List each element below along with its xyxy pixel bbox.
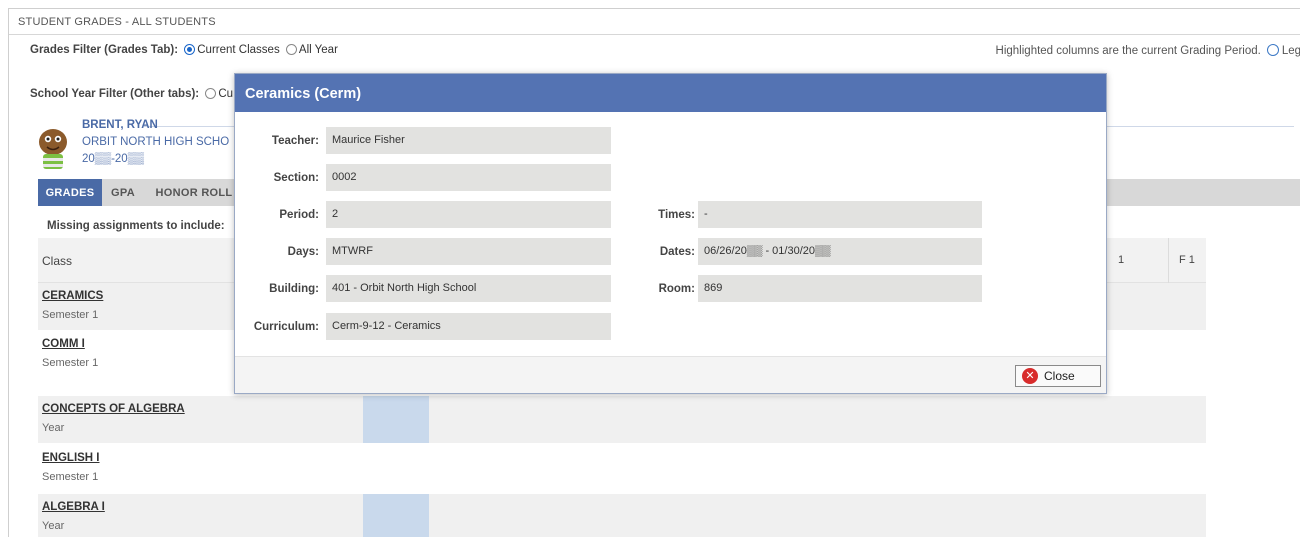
current-period-cell — [363, 494, 429, 537]
curriculum-label: Curriculum: — [253, 321, 319, 333]
missing-assignments-label: Missing assignments to include: — [47, 220, 225, 232]
page-title: STUDENT GRADES - ALL STUDENTS — [9, 9, 1300, 35]
highlight-note: Highlighted columns are the current Grad… — [996, 44, 1300, 57]
curriculum-value: Cerm-9-12 - Ceramics — [326, 313, 611, 340]
all-year-radio[interactable] — [285, 44, 297, 55]
class-link[interactable]: CONCEPTS OF ALGEBRA — [42, 403, 185, 415]
class-link[interactable]: COMM I — [42, 338, 85, 350]
dates-value: 06/26/20▒▒ - 01/30/20▒▒ — [698, 238, 982, 265]
dialog-title: Ceramics (Cerm) — [235, 74, 1106, 112]
building-label: Building: — [269, 283, 319, 295]
times-value: - — [698, 201, 982, 228]
final-grade-header: F 1 — [1179, 254, 1195, 266]
student-school: ORBIT NORTH HIGH SCHO — [82, 136, 230, 148]
class-link[interactable]: ALGEBRA I — [42, 501, 105, 513]
student-name[interactable]: BRENT, RYAN — [82, 119, 158, 131]
dialog-footer: ✕ Close — [235, 356, 1106, 393]
class-link[interactable]: CERAMICS — [42, 290, 103, 302]
class-term: Year — [42, 520, 65, 532]
times-label: Times: — [658, 209, 695, 221]
class-column-header: Class — [42, 254, 73, 268]
room-label: Room: — [658, 283, 695, 295]
class-term: Semester 1 — [42, 471, 99, 483]
close-button[interactable]: ✕ Close — [1015, 365, 1101, 387]
table-row: CONCEPTS OF ALGEBRA Year — [38, 396, 1206, 443]
period-value: 2 — [326, 201, 611, 228]
class-link[interactable]: ENGLISH I — [42, 452, 100, 464]
current-classes-radio[interactable] — [184, 44, 196, 55]
building-value: 401 - Orbit North High School — [326, 275, 611, 302]
grading-period-header: 1 — [1118, 254, 1125, 266]
school-year-current-label[interactable]: Cu — [218, 88, 233, 100]
class-detail-dialog: Ceramics (Cerm) Teacher: Maurice Fisher … — [234, 73, 1107, 394]
room-value: 869 — [698, 275, 982, 302]
teacher-value: Maurice Fisher — [326, 127, 611, 154]
current-classes-label[interactable]: Current Classes — [197, 44, 279, 56]
legend-icon[interactable] — [1266, 44, 1279, 56]
highlight-note-text: Highlighted columns are the current Grad… — [995, 45, 1261, 57]
grades-filter-label: Grades Filter (Grades Tab): — [30, 44, 179, 56]
tab-honor-roll[interactable]: HONOR ROLL — [144, 179, 244, 206]
teacher-label: Teacher: — [271, 135, 319, 147]
section-value: 0002 — [326, 164, 611, 191]
current-period-cell — [363, 396, 429, 443]
close-button-label: Close — [1044, 369, 1075, 383]
tab-gpa[interactable]: GPA — [102, 179, 144, 206]
column-divider — [1168, 238, 1169, 283]
class-term: Year — [42, 422, 65, 434]
legend-link[interactable]: Leg — [1282, 45, 1300, 57]
class-term: Semester 1 — [42, 309, 99, 321]
days-value: MTWRF — [326, 238, 611, 265]
table-row: ENGLISH I Semester 1 — [38, 445, 1206, 492]
tab-grades[interactable]: GRADES — [38, 179, 102, 206]
period-label: Period: — [279, 209, 319, 221]
student-school-year: 20▒▒-20▒▒ — [82, 153, 145, 165]
close-icon: ✕ — [1022, 368, 1038, 384]
section-label: Section: — [273, 172, 319, 184]
class-term: Semester 1 — [42, 357, 99, 369]
student-avatar-icon — [39, 129, 67, 169]
days-label: Days: — [287, 246, 319, 258]
all-year-label[interactable]: All Year — [299, 44, 338, 56]
school-year-current-radio[interactable] — [205, 88, 217, 99]
school-year-filter-label: School Year Filter (Other tabs): — [30, 88, 200, 100]
table-row: ALGEBRA I Year — [38, 494, 1206, 537]
grades-filter-row: Grades Filter (Grades Tab): Current Clas… — [9, 36, 1300, 66]
dates-label: Dates: — [659, 246, 695, 258]
